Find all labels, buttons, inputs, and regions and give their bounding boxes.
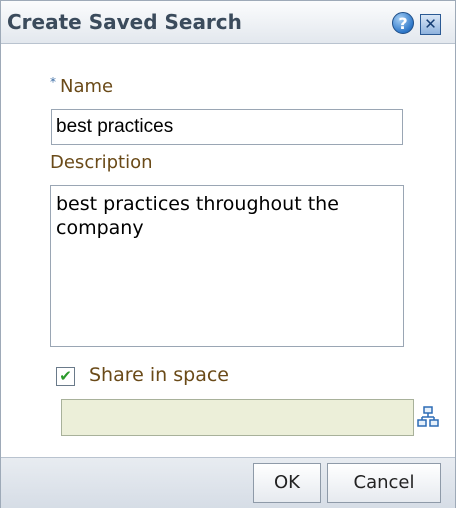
- ok-button[interactable]: OK: [253, 463, 321, 503]
- required-marker: *: [50, 75, 56, 89]
- browse-space-icon[interactable]: [417, 406, 439, 428]
- name-input[interactable]: [51, 109, 403, 145]
- cancel-button[interactable]: Cancel: [327, 463, 441, 503]
- create-saved-search-dialog: Create Saved Search ? ✕ * Name Descripti…: [0, 0, 456, 508]
- share-in-space-label: Share in space: [89, 364, 229, 386]
- dialog-title: Create Saved Search: [7, 10, 242, 34]
- dialog-title-bar[interactable]: Create Saved Search ? ✕: [1, 1, 455, 44]
- close-icon[interactable]: ✕: [420, 14, 441, 35]
- description-label: Description: [50, 152, 153, 173]
- name-label: Name: [60, 76, 114, 97]
- space-input[interactable]: [61, 399, 414, 436]
- description-textarea[interactable]: best practices throughout the company: [50, 185, 404, 347]
- help-icon[interactable]: ?: [392, 12, 414, 34]
- share-in-space-checkbox[interactable]: ✔: [56, 367, 75, 386]
